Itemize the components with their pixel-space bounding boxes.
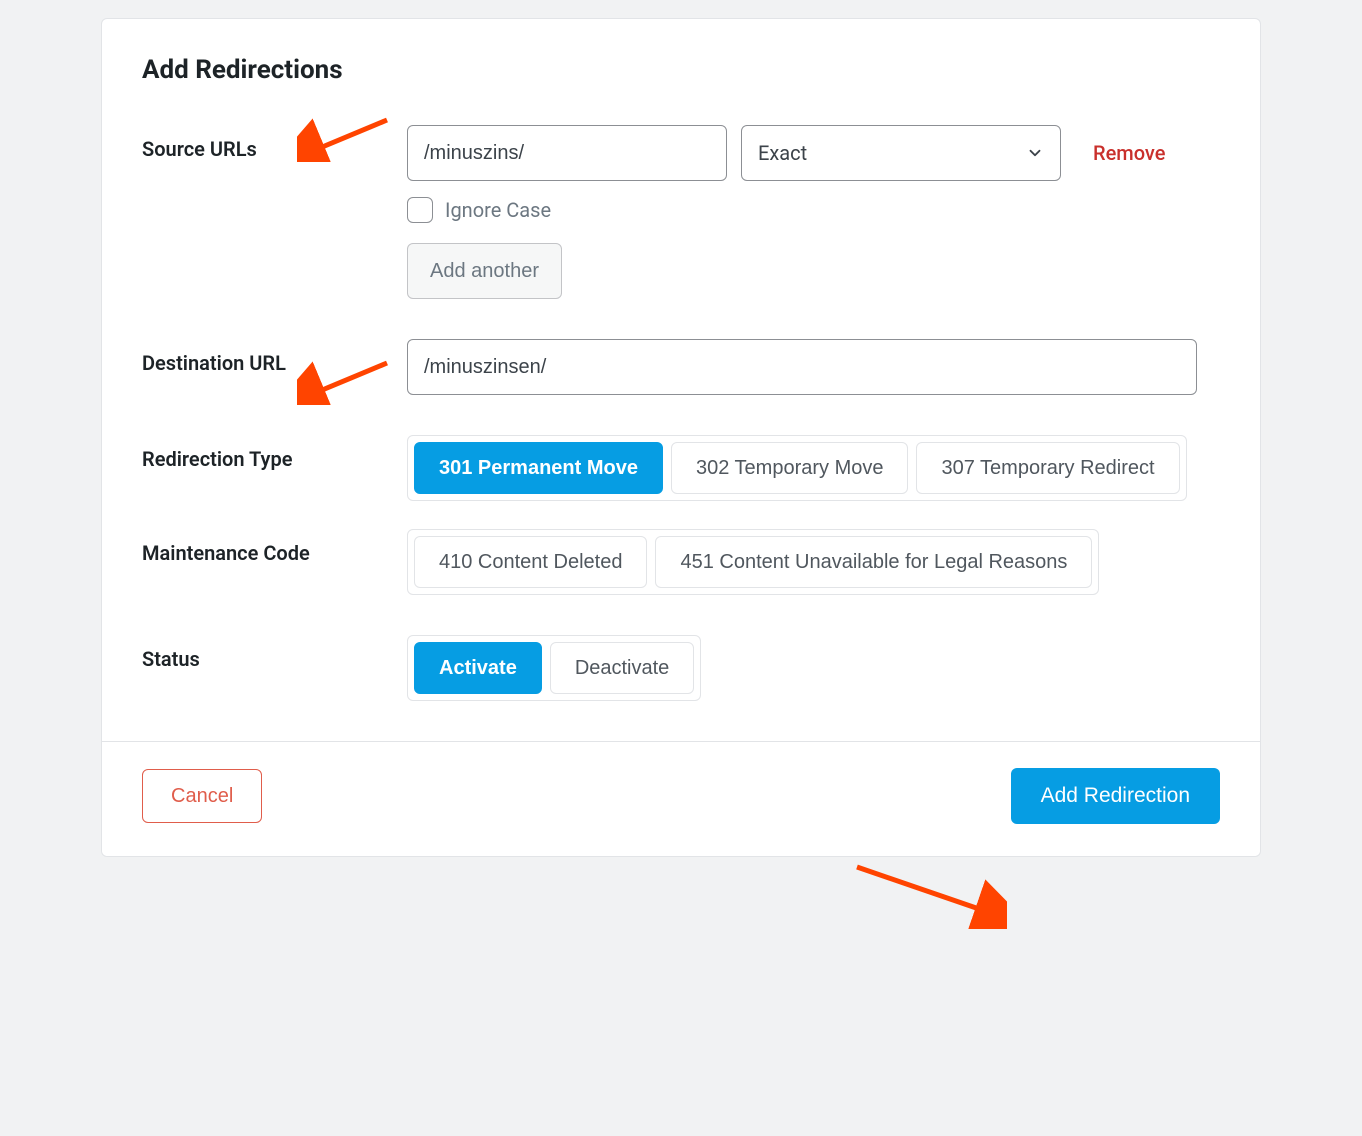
source-url-entry: Exact Remove	[407, 125, 1220, 181]
destination-url-label: Destination URL	[142, 339, 407, 375]
redirection-type-option-307[interactable]: 307 Temporary Redirect	[916, 442, 1179, 494]
status-row: Status Activate Deactivate	[142, 635, 1220, 701]
ignore-case-row: Ignore Case	[407, 197, 1220, 223]
panel-body: Add Redirections Source URLs Exact Remov…	[102, 19, 1260, 741]
maintenance-code-option-410[interactable]: 410 Content Deleted	[414, 536, 647, 588]
redirection-type-segmented: 301 Permanent Move 302 Temporary Move 30…	[407, 435, 1187, 501]
source-urls-row: Source URLs Exact Remove Ignore Case	[142, 125, 1220, 299]
source-url-input[interactable]	[407, 125, 727, 181]
maintenance-code-label: Maintenance Code	[142, 529, 407, 565]
redirection-type-option-302[interactable]: 302 Temporary Move	[671, 442, 909, 494]
remove-source-link[interactable]: Remove	[1093, 141, 1165, 165]
destination-url-input[interactable]	[407, 339, 1197, 395]
maintenance-code-field: 410 Content Deleted 451 Content Unavaila…	[407, 529, 1220, 595]
destination-url-row: Destination URL	[142, 339, 1220, 395]
status-field: Activate Deactivate	[407, 635, 1220, 701]
redirection-type-row: Redirection Type 301 Permanent Move 302 …	[142, 435, 1220, 501]
maintenance-code-row: Maintenance Code 410 Content Deleted 451…	[142, 529, 1220, 595]
add-another-source-button[interactable]: Add another	[407, 243, 562, 299]
source-urls-label: Source URLs	[142, 125, 407, 161]
status-segmented: Activate Deactivate	[407, 635, 701, 701]
chevron-down-icon	[1026, 144, 1044, 162]
status-option-activate[interactable]: Activate	[414, 642, 542, 694]
add-redirection-button[interactable]: Add Redirection	[1011, 768, 1220, 824]
redirection-type-option-301[interactable]: 301 Permanent Move	[414, 442, 663, 494]
match-type-select[interactable]: Exact	[741, 125, 1061, 181]
add-redirection-panel: Add Redirections Source URLs Exact Remov…	[101, 18, 1261, 857]
cancel-button[interactable]: Cancel	[142, 769, 262, 823]
status-label: Status	[142, 635, 407, 671]
panel-footer: Cancel Add Redirection	[102, 741, 1260, 856]
destination-url-field	[407, 339, 1220, 395]
redirection-type-label: Redirection Type	[142, 435, 407, 471]
status-option-deactivate[interactable]: Deactivate	[550, 642, 695, 694]
annotation-arrow-icon	[847, 859, 1007, 929]
source-urls-fields: Exact Remove Ignore Case Add another	[407, 125, 1220, 299]
ignore-case-label: Ignore Case	[445, 198, 551, 222]
maintenance-code-segmented: 410 Content Deleted 451 Content Unavaila…	[407, 529, 1099, 595]
maintenance-code-option-451[interactable]: 451 Content Unavailable for Legal Reason…	[655, 536, 1092, 588]
redirection-type-field: 301 Permanent Move 302 Temporary Move 30…	[407, 435, 1220, 501]
panel-title: Add Redirections	[142, 55, 1220, 85]
ignore-case-checkbox[interactable]	[407, 197, 433, 223]
match-type-value: Exact	[758, 141, 807, 165]
